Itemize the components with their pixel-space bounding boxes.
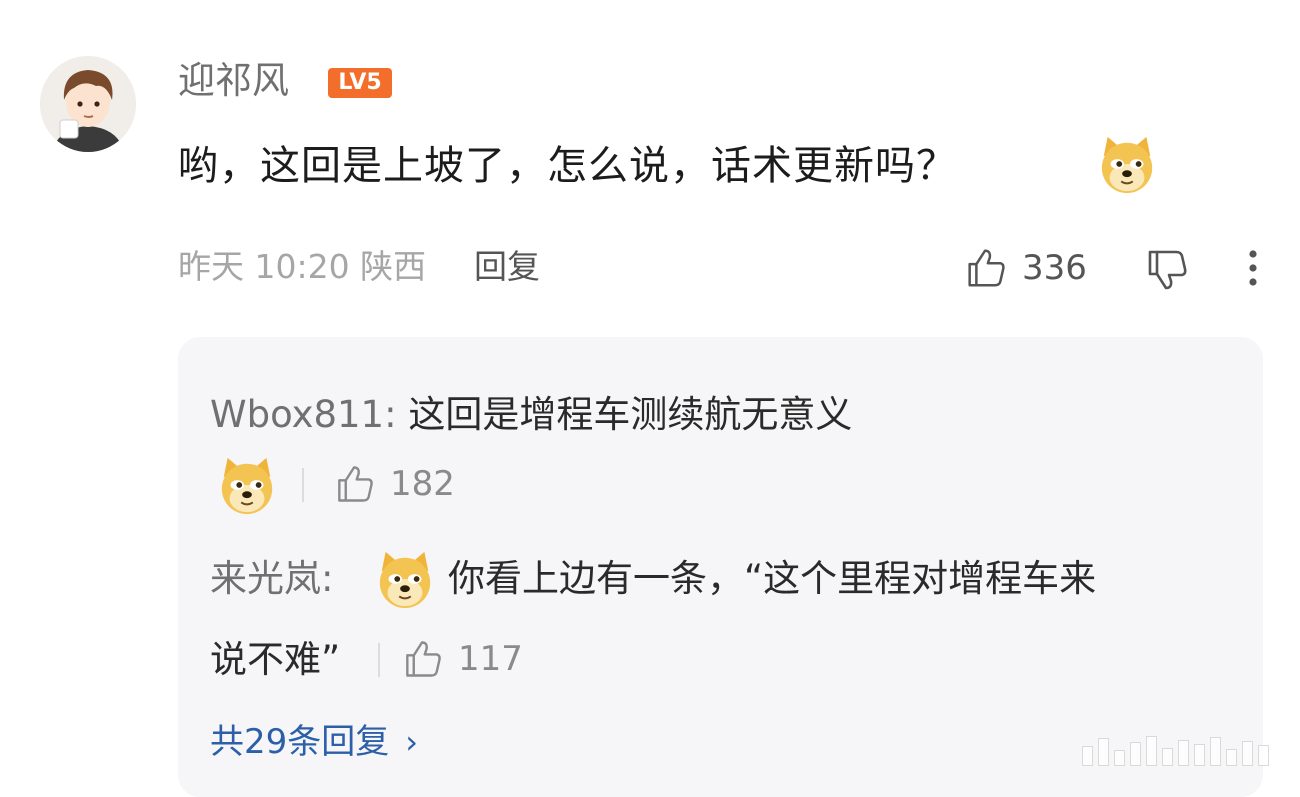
level-badge: LV5 [328,68,392,98]
comment-time-location: 昨天 10:20 陕西 [178,247,427,286]
avatar[interactable] [40,56,136,152]
avatar-illustration [40,56,136,152]
thumbs-up-icon [968,249,1005,287]
comment-username[interactable]: 迎祁风 [178,56,289,106]
more-options-button[interactable] [1238,246,1268,290]
reply-text: 你看上边有一条，“这个里程对增程车来 [448,557,1097,600]
reply-author[interactable]: Wbox811: [210,393,397,436]
watermark [1082,736,1269,766]
reply-like-count: 117 [458,639,523,679]
thumbs-down-icon [1148,250,1187,290]
reply-button[interactable]: 回复 [474,244,540,290]
reply-like-count: 182 [390,464,455,504]
dislike-button[interactable] [1142,246,1190,294]
more-vertical-icon [1249,250,1257,286]
doge-emoji-icon [1096,133,1158,195]
thumbs-up-icon [338,466,373,502]
doge-emoji-icon [374,548,436,610]
reply-item[interactable]: 来光岚: [210,553,333,605]
reply-author[interactable]: 来光岚: [210,557,333,600]
like-count: 336 [1022,248,1087,288]
reply-item[interactable]: Wbox811: 这回是增程车测续航无意义 [210,389,852,441]
divider [302,468,304,502]
replies-panel: Wbox811: 这回是增程车测续航无意义 182 来光岚: 你看上边有一条，“… [178,337,1263,797]
thumbs-up-icon [406,641,441,677]
divider [378,643,380,677]
comment-text: 哟，这回是上坡了，怎么说，话术更新吗？ [178,143,957,189]
reply-text: 这回是增程车测续航无意义 [408,393,853,436]
view-all-replies-link[interactable]: 共29条回复 › [210,717,418,767]
doge-emoji-icon [216,454,278,516]
reply-text-continued: 说不难” [210,634,340,686]
like-button[interactable]: 336 [962,244,1087,292]
view-all-replies-label: 共29条回复 [210,722,390,762]
reply-like-button[interactable]: 182 [332,462,455,506]
chevron-right-icon: › [405,723,419,761]
level-badge-text: LV5 [338,70,382,95]
reply-like-button[interactable]: 117 [400,637,523,681]
reply-text-line2: 说不难” [210,638,341,681]
